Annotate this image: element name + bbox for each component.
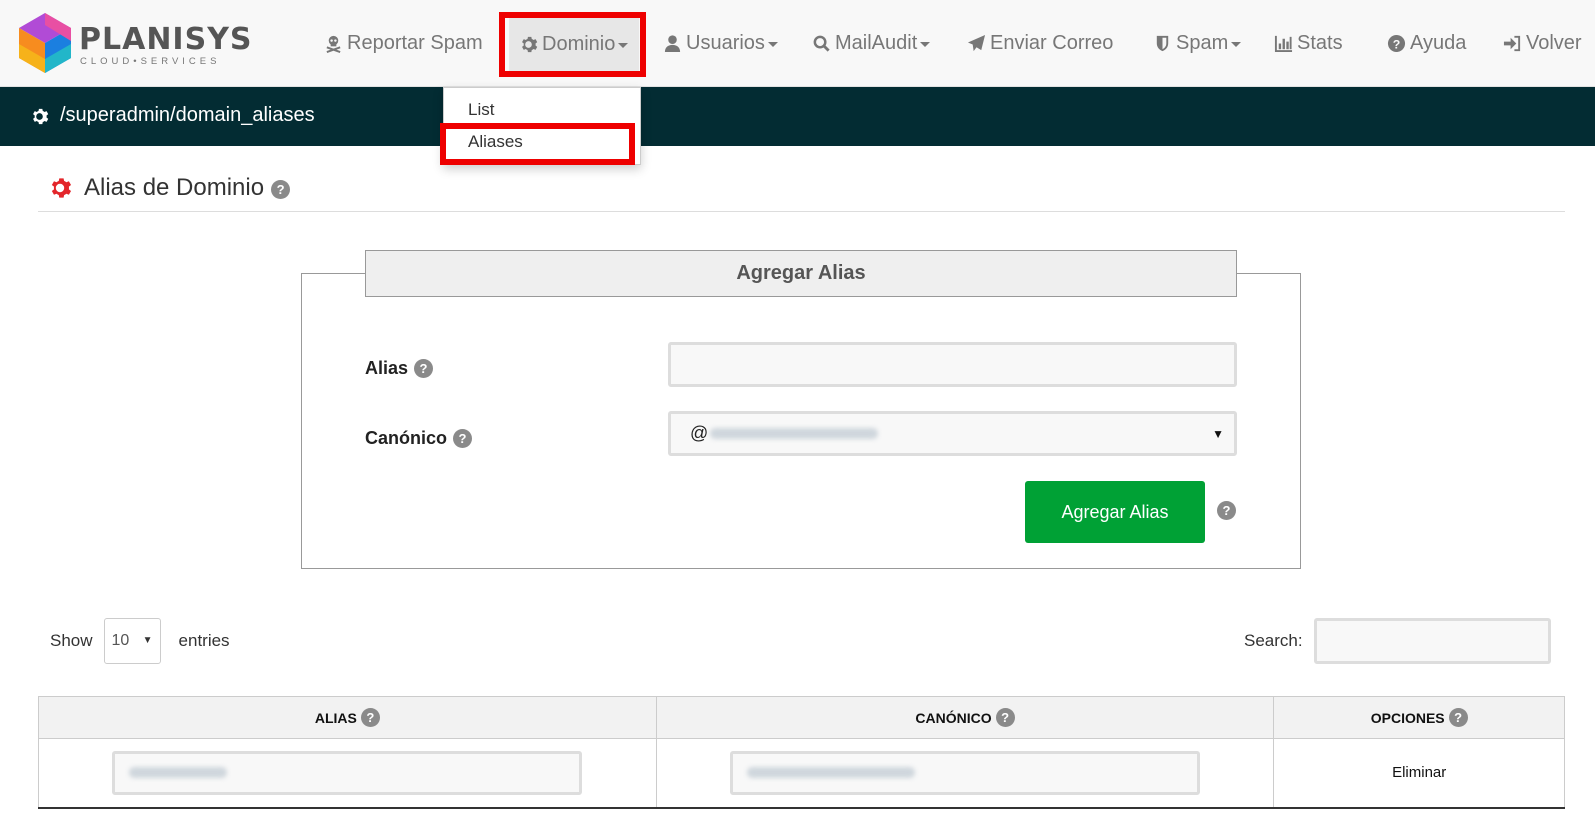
column-header-alias-label: ALIAS	[314, 709, 357, 726]
nav-dominio[interactable]: Dominio	[509, 12, 639, 76]
alias-input[interactable]	[668, 342, 1237, 387]
gear-icon	[51, 178, 72, 198]
logo-cube-icon	[19, 13, 71, 73]
sign-in-icon	[1503, 35, 1521, 51]
canonico-at-prefix: @	[690, 423, 709, 443]
column-header-opciones[interactable]: OPCIONES?	[1273, 696, 1565, 739]
gear-icon	[522, 36, 538, 52]
nav-usuarios-label: Usuarios	[686, 31, 765, 54]
column-header-opciones-label: OPCIONES	[1370, 709, 1445, 726]
nav-spam-label: Spam	[1176, 31, 1229, 54]
top-navbar: PLANISYS CLOUD•SERVICES Reportar Spam Do…	[0, 0, 1595, 87]
column-header-alias[interactable]: ALIAS?	[38, 696, 657, 739]
column-header-canonico[interactable]: CANÓNICO?	[655, 696, 1275, 739]
page-length-value: 10	[111, 632, 130, 649]
alias-label: Alias ?	[365, 358, 434, 379]
help-icon[interactable]: ?	[414, 359, 434, 378]
gear-icon	[33, 108, 49, 125]
nav-mailaudit-label: MailAudit	[835, 31, 918, 54]
path-bar: /superadmin/domain_aliases	[0, 87, 1595, 146]
bar-chart-icon	[1274, 35, 1293, 52]
help-icon[interactable]: ?	[1448, 708, 1468, 727]
canonico-cell	[655, 738, 1275, 809]
nav-mailaudit[interactable]: MailAudit	[812, 28, 931, 58]
canonico-redacted-domain	[710, 428, 879, 439]
nav-reportar-spam-label: Reportar Spam	[347, 31, 483, 54]
help-icon[interactable]: ?	[360, 708, 380, 727]
shield-icon	[1156, 35, 1169, 51]
canonico-redacted-value	[747, 767, 916, 779]
page-title: Alias de Dominio	[84, 174, 265, 201]
dropdown-arrow-icon: ▼	[142, 635, 153, 646]
skull-crossbones-icon	[326, 35, 341, 53]
nav-reportar-spam[interactable]: Reportar Spam	[324, 28, 483, 58]
dominio-dropdown-menu: List Aliases	[443, 87, 641, 165]
canonico-label-text: Canónico	[365, 428, 448, 448]
opciones-cell: Eliminar	[1273, 738, 1565, 809]
add-alias-button[interactable]: Agregar Alias	[1025, 481, 1205, 543]
page-length-control: Show 10 ▼ entries	[50, 618, 230, 664]
breadcrumb-path: /superadmin/domain_aliases	[60, 104, 315, 126]
page-heading: Alias de Dominio ?	[48, 172, 291, 204]
table-row: Eliminar	[38, 738, 1565, 809]
nav-enviar-correo-label: Enviar Correo	[990, 31, 1114, 54]
paper-plane-icon	[967, 34, 986, 51]
page-length-select[interactable]: 10 ▼	[103, 618, 161, 664]
chevron-down-icon	[767, 42, 778, 47]
search-input[interactable]	[1314, 618, 1551, 664]
canonico-select[interactable]: @ ▼	[668, 411, 1237, 456]
alias-cell-input[interactable]	[112, 750, 583, 795]
nav-usuarios[interactable]: Usuarios	[663, 28, 778, 58]
question-circle-icon: ?	[1387, 34, 1406, 52]
nav-enviar-correo[interactable]: Enviar Correo	[967, 28, 1113, 58]
nav-volver[interactable]: Volver	[1503, 28, 1582, 58]
help-icon[interactable]: ?	[271, 180, 291, 199]
nav-stats-label: Stats	[1297, 31, 1343, 54]
chevron-down-icon	[1231, 42, 1242, 47]
canonico-label: Canónico ?	[365, 428, 473, 449]
entries-label: entries	[178, 631, 230, 650]
dropdown-item-list[interactable]: List	[468, 100, 494, 120]
alias-label-text: Alias	[365, 358, 409, 378]
logo-tagline: CLOUD•SERVICES	[80, 56, 221, 67]
svg-text:?: ?	[1393, 37, 1401, 51]
chevron-down-icon	[920, 42, 931, 47]
chevron-down-icon	[618, 43, 629, 48]
column-header-canonico-label: CANÓNICO	[915, 709, 992, 726]
nav-stats[interactable]: Stats	[1274, 28, 1343, 58]
alias-cell	[38, 738, 657, 809]
nav-ayuda-label: Ayuda	[1410, 31, 1467, 54]
planisys-logo[interactable]: PLANISYS CLOUD•SERVICES	[17, 11, 252, 75]
add-alias-legend: Agregar Alias	[365, 250, 1237, 297]
eliminar-link[interactable]: Eliminar	[1392, 764, 1446, 781]
nav-volver-label: Volver	[1526, 31, 1582, 54]
search-label: Search:	[1244, 631, 1303, 650]
dropdown-arrow-icon: ▼	[1212, 427, 1224, 441]
alias-redacted-value	[129, 767, 228, 779]
nav-ayuda[interactable]: ? Ayuda	[1387, 28, 1466, 58]
aliases-table: ALIAS? CANÓNICO? OPCIONES? Eliminar	[38, 696, 1565, 809]
nav-spam[interactable]: Spam	[1153, 28, 1242, 58]
canonico-cell-input[interactable]	[730, 750, 1201, 795]
nav-dominio-label: Dominio	[542, 32, 616, 55]
logo-wordmark: PLANISYS	[79, 22, 253, 57]
dropdown-item-aliases[interactable]: Aliases	[468, 132, 523, 152]
show-label: Show	[50, 631, 93, 650]
user-icon	[664, 34, 681, 52]
help-icon[interactable]: ?	[453, 429, 473, 448]
help-icon[interactable]: ?	[1217, 501, 1236, 520]
help-icon[interactable]: ?	[995, 708, 1015, 727]
search-icon	[813, 35, 830, 52]
heading-divider	[38, 211, 1565, 212]
